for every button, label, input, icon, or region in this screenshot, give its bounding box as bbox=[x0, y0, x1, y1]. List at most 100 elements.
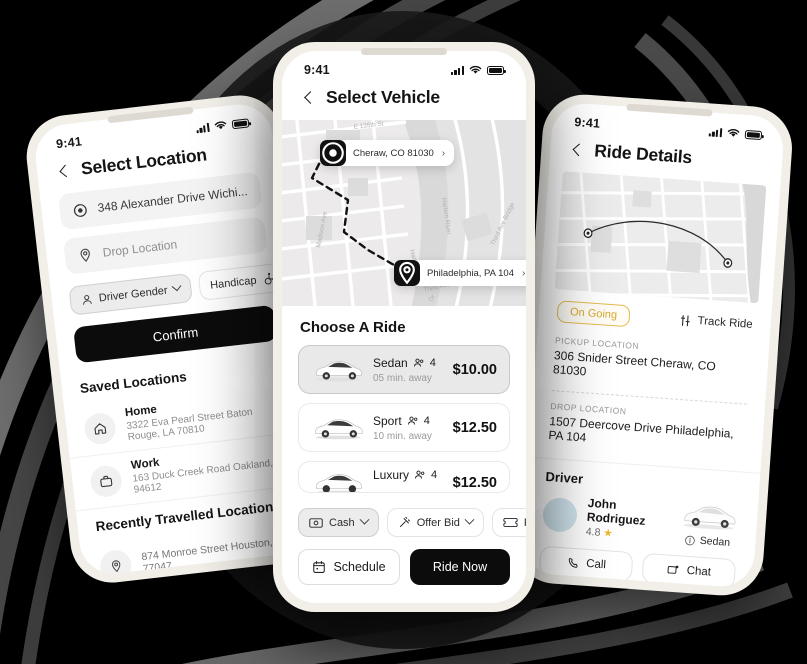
chevron-left-icon[interactable] bbox=[302, 91, 316, 105]
page-title: Ride Details bbox=[593, 140, 693, 168]
cellular-bars-icon bbox=[450, 65, 464, 75]
ticket-icon bbox=[503, 517, 518, 528]
status-badge: On Going bbox=[556, 300, 631, 328]
track-ride-button[interactable]: Track Ride bbox=[678, 313, 753, 331]
offer-bid-chip[interactable]: Offer Bid bbox=[386, 508, 484, 537]
ride-now-button[interactable]: Ride Now bbox=[410, 549, 510, 585]
vehicle-info: Sedan bbox=[677, 501, 740, 549]
chevron-right-icon: › bbox=[441, 147, 446, 159]
chevron-right-icon: › bbox=[521, 267, 526, 279]
pickup-location-value: 348 Alexander Drive Wichi... bbox=[96, 184, 249, 215]
sport-car-image bbox=[315, 418, 363, 439]
drop-map-pill[interactable]: Philadelphia, PA 104 › bbox=[394, 260, 526, 286]
page-title: Select Vehicle bbox=[326, 87, 440, 107]
sedan-car-image bbox=[683, 506, 736, 530]
status-time: 9:41 bbox=[55, 134, 83, 152]
ride-eta: 05 min. away bbox=[373, 372, 432, 384]
pickup-pill-label: Cheraw, CO 81030 bbox=[353, 147, 434, 159]
wifi-icon bbox=[469, 65, 482, 74]
ride-name: Luxury bbox=[373, 468, 410, 482]
passengers-icon bbox=[413, 358, 424, 366]
page-title: Select Location bbox=[79, 144, 208, 179]
ride-price: $12.50 bbox=[452, 475, 497, 491]
cash-icon bbox=[309, 517, 323, 528]
status-icons bbox=[450, 65, 506, 75]
status-time: 9:41 bbox=[304, 63, 330, 77]
ride-route-map[interactable] bbox=[554, 171, 767, 304]
user-icon bbox=[83, 294, 92, 305]
phone-select-vehicle: 9:41 Select Vehicle E 135th St Madison A… bbox=[273, 42, 535, 612]
payment-method-chip[interactable]: Cash bbox=[298, 508, 379, 537]
drop-pill-label: Philadelphia, PA 104 bbox=[427, 267, 514, 279]
vehicle-label-row: Sedan bbox=[677, 533, 738, 549]
promo-code-chip[interactable]: Promo Code bbox=[491, 508, 526, 537]
ride-name: Sedan bbox=[373, 355, 408, 370]
driver-name: John Rodriguez bbox=[586, 495, 646, 528]
vehicle-type: Sedan bbox=[699, 534, 731, 549]
passengers-icon bbox=[407, 416, 418, 424]
status-time: 9:41 bbox=[573, 114, 601, 131]
phone-icon bbox=[568, 557, 578, 568]
chat-button[interactable]: Chat bbox=[641, 552, 737, 589]
ride-option-sport[interactable]: Sport 4 10 min. away $12.50 bbox=[298, 403, 510, 452]
driver-gender-label: Driver Gender bbox=[98, 284, 169, 304]
drop-location-placeholder: Drop Location bbox=[101, 237, 178, 260]
wifi-icon bbox=[727, 128, 740, 137]
route-map[interactable]: E 135th St Madison Ave Harlem River Harl… bbox=[282, 120, 526, 306]
target-icon bbox=[320, 140, 346, 166]
sedan-car-image bbox=[315, 360, 362, 381]
gavel-icon bbox=[399, 516, 410, 528]
cellular-bars-icon bbox=[195, 122, 210, 134]
battery-icon bbox=[231, 118, 250, 130]
drop-location-block: DROP LOCATION 1507 Deercove Drive Philad… bbox=[530, 396, 765, 463]
chevron-down-icon bbox=[359, 514, 370, 525]
schedule-label: Schedule bbox=[333, 560, 386, 574]
target-icon bbox=[73, 203, 87, 217]
briefcase-icon bbox=[88, 463, 124, 498]
header-select-vehicle: Select Vehicle bbox=[282, 79, 526, 120]
action-buttons-row: Schedule Ride Now bbox=[282, 545, 526, 601]
ride-option-sedan[interactable]: Sedan 4 05 min. away $10.00 bbox=[298, 345, 510, 394]
star-icon: ★ bbox=[602, 527, 614, 540]
chevron-down-icon bbox=[464, 514, 475, 525]
status-icons bbox=[195, 117, 250, 134]
call-label: Call bbox=[585, 557, 607, 572]
status-bar-center: 9:41 bbox=[282, 51, 526, 79]
home-icon bbox=[82, 411, 118, 446]
cellular-bars-icon bbox=[708, 126, 723, 138]
luxury-car-image bbox=[315, 474, 362, 492]
ride-name: Sport bbox=[373, 413, 402, 428]
passengers-icon bbox=[415, 470, 425, 479]
choose-ride-sheet: Choose A Ride Sedan 4 05 min. away $10.0… bbox=[282, 306, 526, 601]
ride-price: $10.00 bbox=[452, 361, 497, 378]
chat-icon bbox=[667, 565, 679, 574]
wifi-icon bbox=[214, 121, 227, 130]
calendar-icon bbox=[313, 561, 326, 573]
pickup-map-pill[interactable]: Cheraw, CO 81030 › bbox=[320, 140, 455, 166]
ride-options-row: Cash Offer Bid Promo Cod bbox=[282, 502, 526, 545]
ride-price: $12.50 bbox=[452, 419, 497, 436]
payment-method-label: Cash bbox=[329, 516, 355, 529]
ride-seats: 4 bbox=[431, 469, 438, 481]
battery-icon bbox=[744, 129, 763, 141]
info-icon bbox=[685, 535, 696, 545]
track-icon bbox=[680, 314, 690, 326]
chat-label: Chat bbox=[686, 564, 712, 579]
avatar bbox=[541, 496, 579, 534]
driver-gender-filter[interactable]: Driver Gender bbox=[68, 273, 193, 316]
schedule-button[interactable]: Schedule bbox=[298, 549, 400, 585]
ride-seats: 4 bbox=[423, 414, 430, 427]
chevron-down-icon bbox=[171, 281, 182, 292]
app-mockup-stage: 9:41 Select Location 348 Alexander Drive… bbox=[0, 0, 807, 664]
offer-bid-label: Offer Bid bbox=[416, 516, 460, 529]
chevron-left-icon[interactable] bbox=[570, 142, 585, 157]
ride-eta: 10 min. away bbox=[373, 430, 432, 442]
track-ride-label: Track Ride bbox=[697, 315, 754, 331]
phone-ride-details: 9:41 Ride Details On Going Track Ride PI… bbox=[511, 91, 795, 599]
ride-seats: 4 bbox=[429, 356, 436, 369]
chevron-left-icon[interactable] bbox=[57, 163, 72, 178]
phone-notch bbox=[361, 48, 447, 55]
call-button[interactable]: Call bbox=[538, 545, 634, 583]
ride-option-luxury[interactable]: Luxury 4 $12.50 bbox=[298, 461, 510, 493]
map-pin-icon bbox=[394, 260, 420, 286]
